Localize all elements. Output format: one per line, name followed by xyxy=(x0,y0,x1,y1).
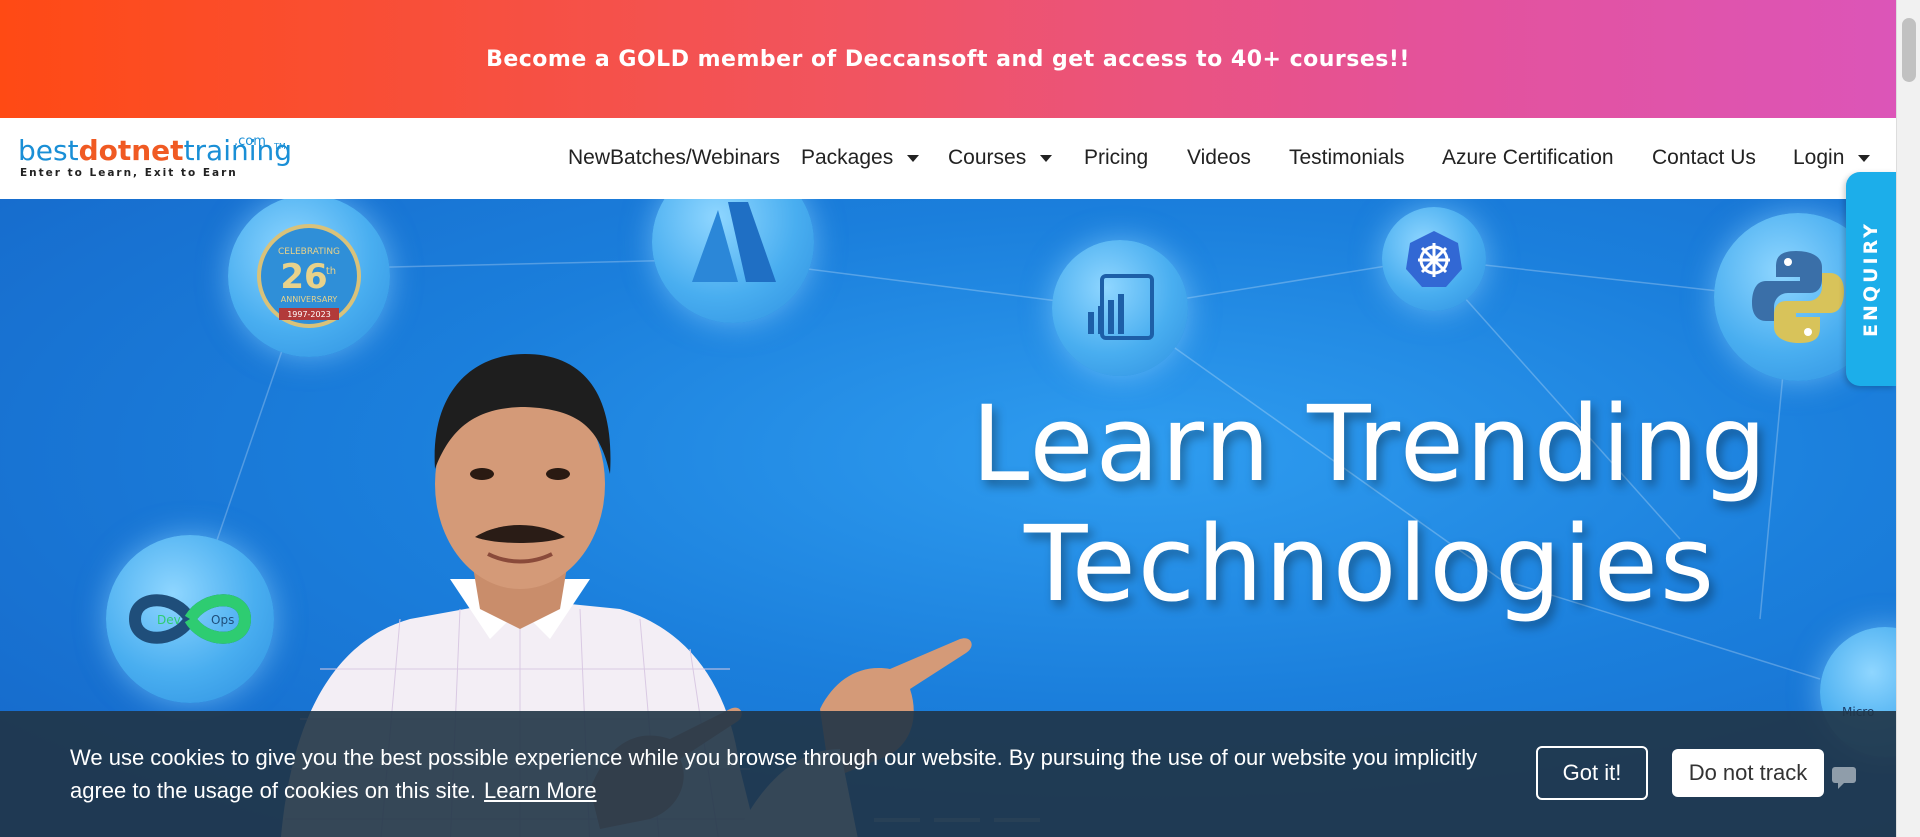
svg-text:Dev: Dev xyxy=(157,613,181,627)
nav-packages[interactable]: Packages xyxy=(801,146,920,170)
svg-text:ANNIVERSARY: ANNIVERSARY xyxy=(281,295,338,304)
promo-text[interactable]: Become a GOLD member of Deccansoft and g… xyxy=(486,47,1410,72)
vertical-scrollbar[interactable] xyxy=(1896,0,1920,837)
chevron-down-icon xyxy=(907,154,920,162)
learn-more-link[interactable]: Learn More xyxy=(484,778,597,803)
logo-com: .com xyxy=(234,134,266,149)
page: Become a GOLD member of Deccansoft and g… xyxy=(0,0,1896,837)
cookie-consent-bar: We use cookies to give you the best poss… xyxy=(0,711,1896,837)
svg-text:th: th xyxy=(326,266,336,277)
nav-azure-certification[interactable]: Azure Certification xyxy=(1442,146,1614,170)
promo-banner[interactable]: Become a GOLD member of Deccansoft and g… xyxy=(0,0,1896,118)
nav-login[interactable]: Login xyxy=(1793,146,1871,170)
nav-courses[interactable]: Courses xyxy=(948,146,1053,170)
nav-videos[interactable]: Videos xyxy=(1187,146,1251,170)
kubernetes-icon xyxy=(1382,207,1486,311)
scrollbar-thumb[interactable] xyxy=(1902,18,1916,82)
site-logo[interactable]: bestdotnettraining .com TM Enter to Lear… xyxy=(18,134,292,184)
nav-contact-us[interactable]: Contact Us xyxy=(1652,146,1756,170)
svg-text:26: 26 xyxy=(280,257,327,297)
nav-testimonials[interactable]: Testimonials xyxy=(1289,146,1405,170)
nav-newbatches-webinars[interactable]: NewBatches/Webinars xyxy=(568,146,780,170)
svg-text:Ops: Ops xyxy=(211,613,234,627)
chevron-down-icon xyxy=(1858,154,1871,162)
nav-pricing[interactable]: Pricing xyxy=(1084,146,1148,170)
hero-headline: Learn Trending Technologies xyxy=(971,383,1769,625)
power-bi-icon xyxy=(1052,240,1188,376)
logo-tagline: Enter to Learn, Exit to Earn xyxy=(20,167,238,179)
logo-tm: TM xyxy=(274,142,286,151)
chat-icon[interactable] xyxy=(1830,763,1858,791)
do-not-track-button[interactable]: Do not track xyxy=(1672,749,1824,797)
devops-icon: Dev Ops xyxy=(106,535,274,703)
top-navigation: bestdotnettraining .com TM Enter to Lear… xyxy=(0,118,1896,199)
got-it-button[interactable]: Got it! xyxy=(1536,746,1648,800)
svg-text:CELEBRATING: CELEBRATING xyxy=(278,247,340,257)
chevron-down-icon xyxy=(1040,154,1053,162)
cookie-message: We use cookies to give you the best poss… xyxy=(70,745,1478,803)
enquiry-tab[interactable]: ENQUIRY xyxy=(1846,172,1896,386)
